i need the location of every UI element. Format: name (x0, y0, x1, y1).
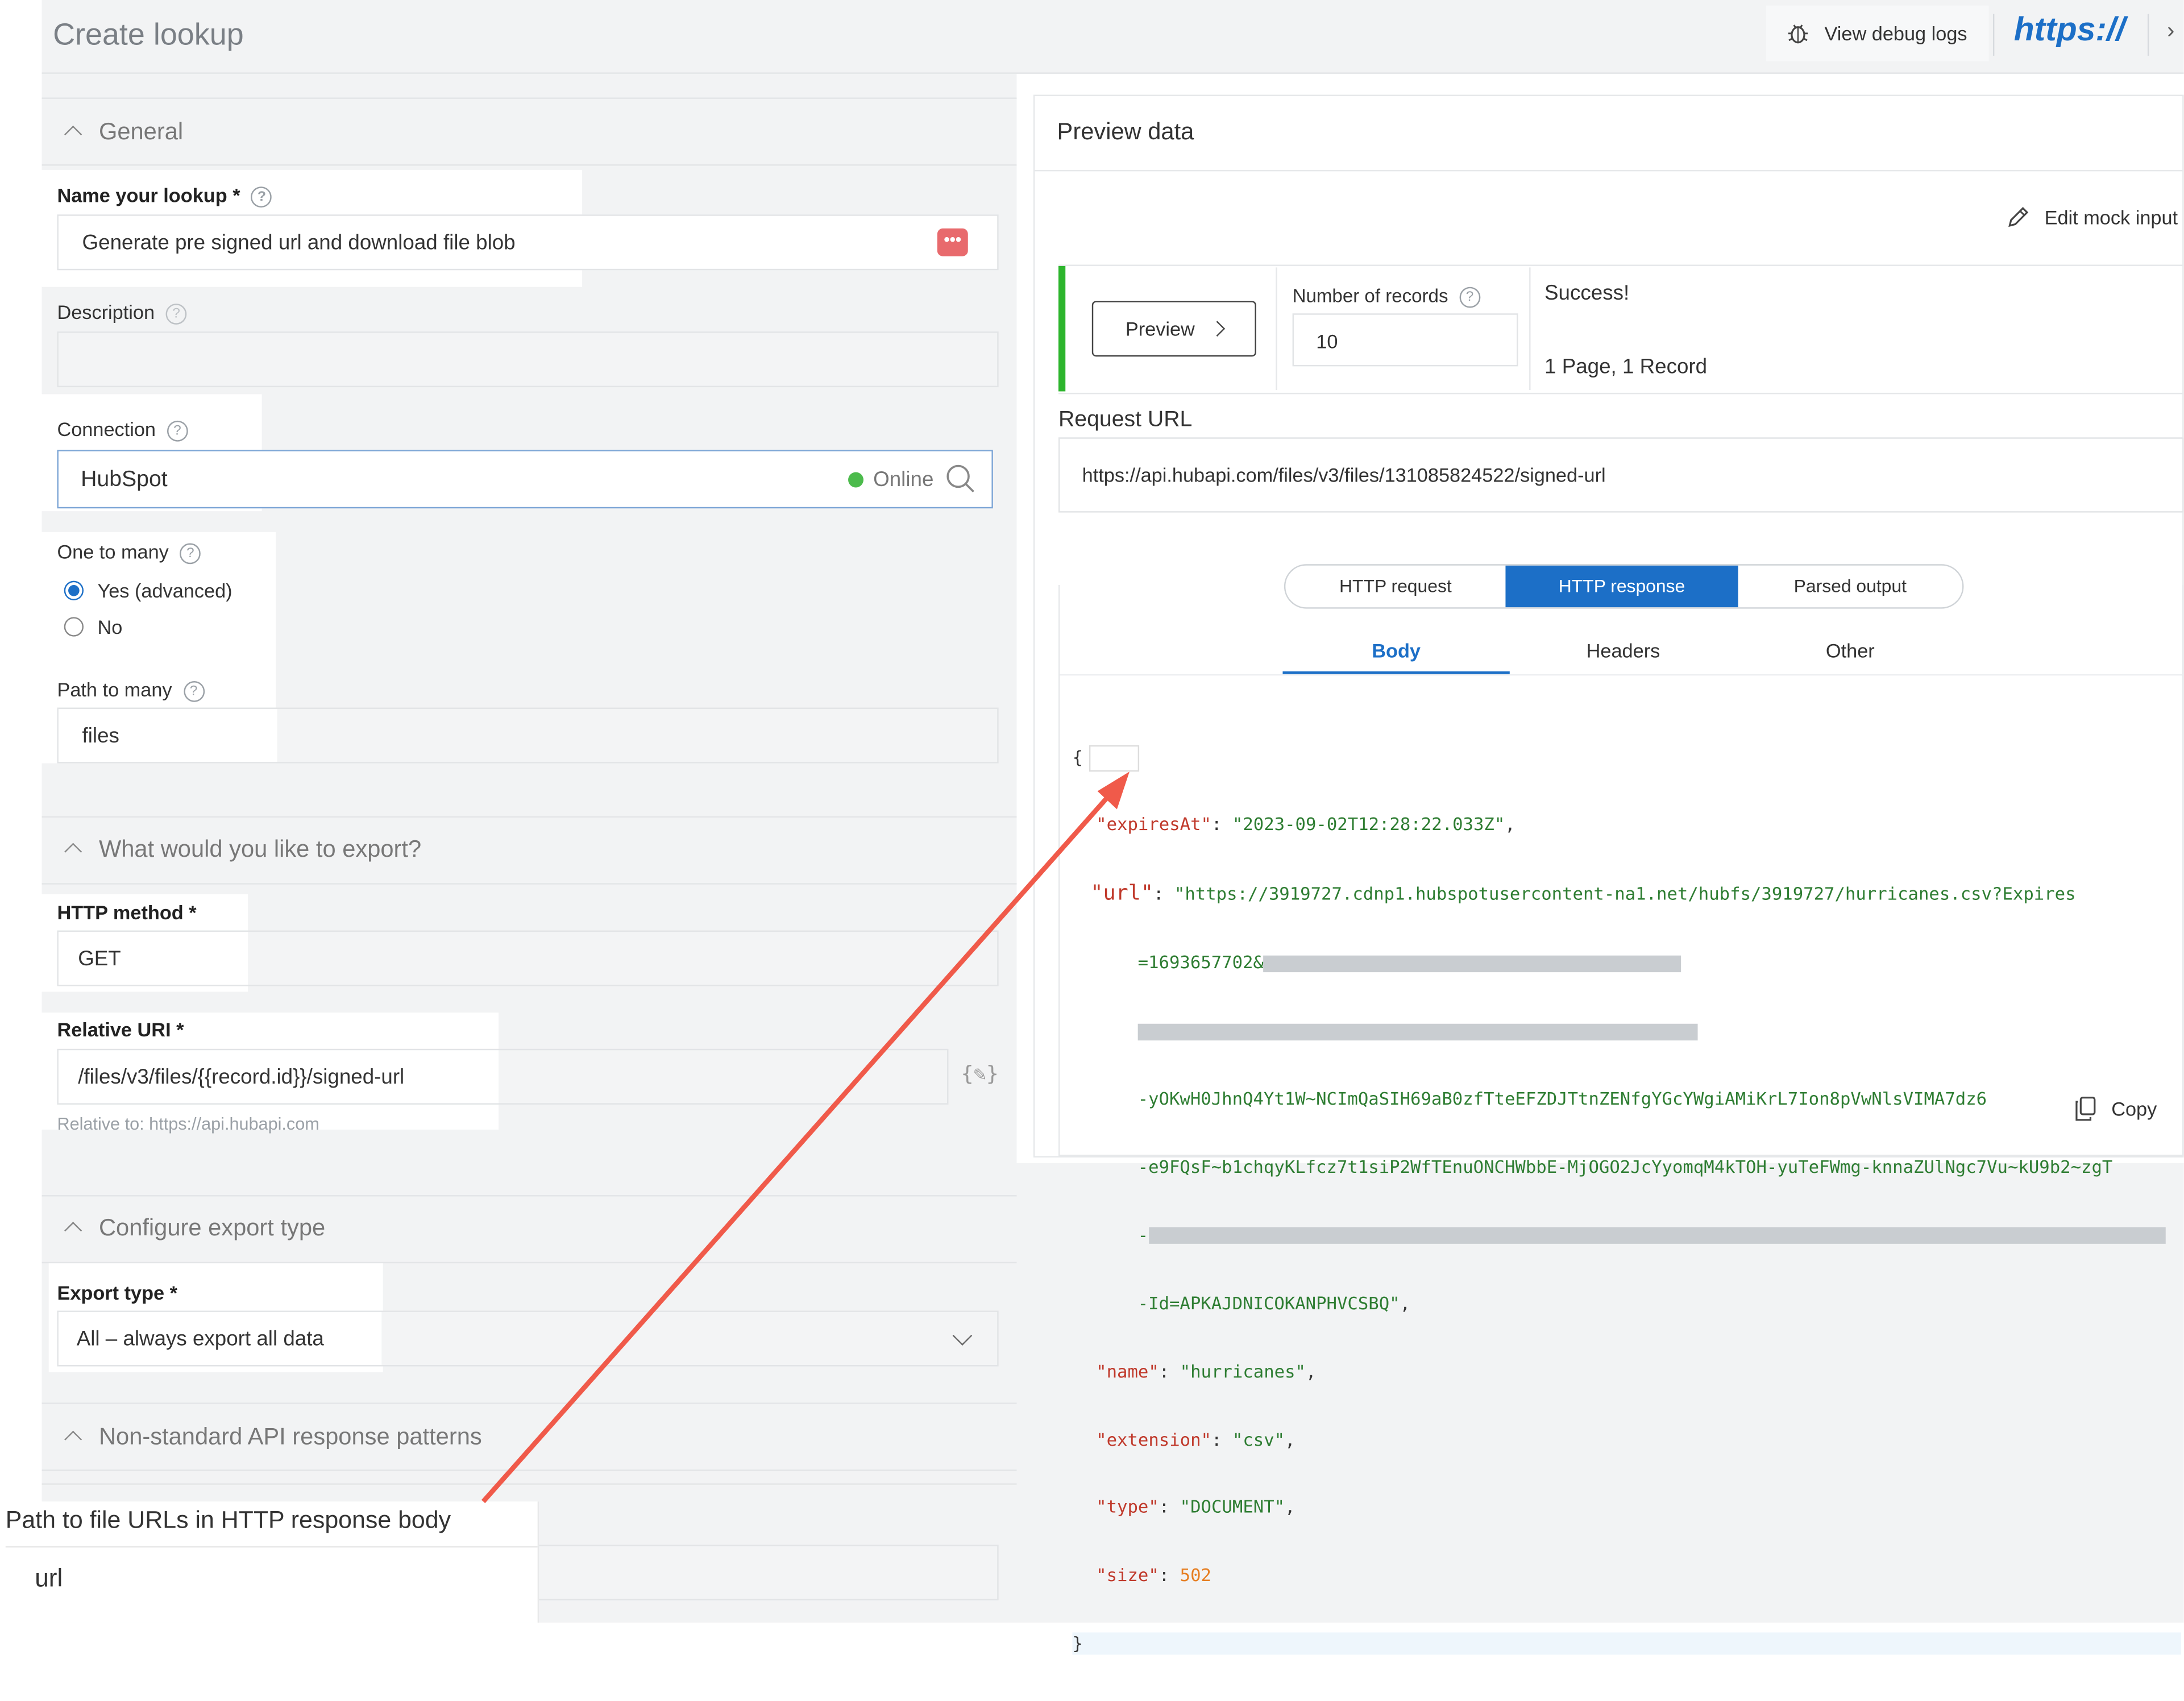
json-close: } (1072, 1632, 2181, 1656)
annotation-arrow-line (481, 788, 1116, 1503)
annotation-arrow (481, 771, 1130, 1503)
